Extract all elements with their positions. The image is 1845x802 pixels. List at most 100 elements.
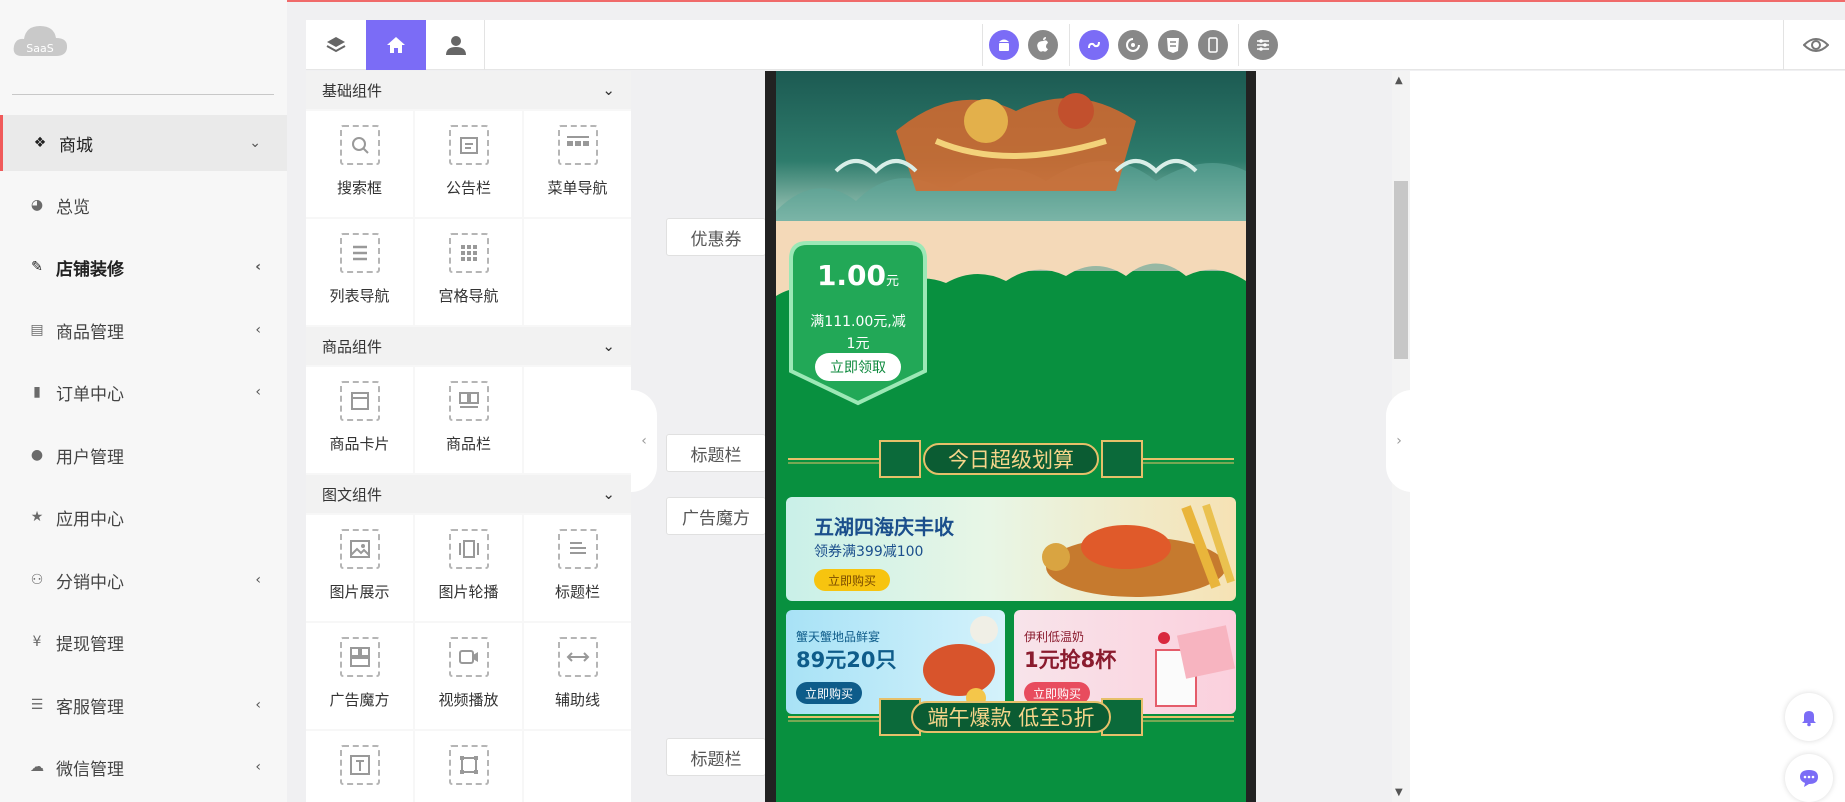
sidebar-item-label: 店铺装修 bbox=[56, 259, 124, 280]
android-icon[interactable] bbox=[989, 30, 1019, 60]
coupon-card[interactable]: 1.00元 满111.00元,减 1元 bbox=[787, 239, 929, 407]
sidebar-item-apps[interactable]: ★ 应用中心 bbox=[0, 489, 287, 545]
toolbar-divider bbox=[982, 24, 983, 66]
section-title: 图文组件 bbox=[322, 485, 383, 504]
yen-icon: ¥ bbox=[32, 634, 42, 650]
apple-icon[interactable] bbox=[1028, 30, 1058, 60]
sidebar-item-label: 提现管理 bbox=[56, 634, 124, 655]
empty-cell bbox=[524, 731, 631, 802]
toolbar-divider bbox=[1238, 24, 1239, 66]
component-list-nav[interactable]: 列表导航 bbox=[306, 219, 413, 325]
section-header-basic[interactable]: 基础组件 ⌄ bbox=[306, 71, 631, 109]
settings-sliders-icon[interactable] bbox=[1248, 30, 1278, 60]
coupon-claim-button[interactable]: 立即领取 bbox=[815, 353, 901, 381]
scroll-up-icon[interactable]: ▲ bbox=[1395, 75, 1403, 86]
component-grid-nav[interactable]: 宫格导航 bbox=[415, 219, 522, 325]
component-carousel[interactable]: 图片轮播 bbox=[415, 515, 522, 621]
component-video[interactable]: 视频播放 bbox=[415, 623, 522, 729]
tag-title-bar[interactable]: 标题栏 bbox=[666, 434, 766, 472]
chevron-left-icon: ‹ bbox=[255, 259, 261, 275]
mobile-icon[interactable] bbox=[1198, 30, 1228, 60]
component-ad-cube[interactable]: 广告魔方 bbox=[306, 623, 413, 729]
collapse-left-button[interactable]: ‹ bbox=[631, 390, 657, 492]
title-text: 今日超级划算 bbox=[923, 443, 1099, 475]
ad-big-text: 1元抢8杯 bbox=[1024, 648, 1117, 672]
svg-text:SaaS: SaaS bbox=[26, 42, 53, 55]
section-title: 商品组件 bbox=[322, 337, 383, 356]
user-icon: ● bbox=[30, 447, 44, 463]
sidebar-item-mall[interactable]: ❖ 商城 ⌄ bbox=[0, 115, 287, 171]
component-text[interactable] bbox=[306, 731, 413, 802]
component-title-bar[interactable]: 标题栏 bbox=[524, 515, 631, 621]
list-icon: ☰ bbox=[30, 697, 44, 713]
tab-home[interactable] bbox=[366, 20, 426, 70]
sidebar-item-distribution[interactable]: ⚇ 分销中心 ‹ bbox=[0, 552, 287, 608]
chevron-down-icon: ⌄ bbox=[602, 485, 615, 503]
title-text: 端午爆款 低至5折 bbox=[911, 701, 1111, 733]
mini-program-icon[interactable] bbox=[1079, 30, 1109, 60]
logo-divider bbox=[12, 94, 274, 95]
component-goods-card[interactable]: 商品卡片 bbox=[306, 367, 413, 473]
sidebar-item-users[interactable]: ● 用户管理 bbox=[0, 427, 287, 483]
tag-ad-cube[interactable]: 广告魔方 bbox=[666, 497, 766, 535]
coupon-desc: 1元 bbox=[846, 336, 870, 352]
component-notice[interactable]: 公告栏 bbox=[415, 111, 522, 217]
component-goods-bar[interactable]: 商品栏 bbox=[415, 367, 522, 473]
tag-coupon[interactable]: 优惠券 bbox=[666, 218, 766, 256]
tab-layers[interactable] bbox=[306, 20, 366, 70]
scroll-down-icon[interactable]: ▼ bbox=[1395, 787, 1403, 798]
notification-button[interactable] bbox=[1785, 693, 1833, 741]
component-divider[interactable]: 辅助线 bbox=[524, 623, 631, 729]
toolbar-divider bbox=[1069, 24, 1070, 66]
component-label: 标题栏 bbox=[554, 583, 600, 601]
chat-button[interactable] bbox=[1785, 754, 1833, 802]
archive-box-icon: ▤ bbox=[30, 322, 44, 338]
html5-icon[interactable] bbox=[1158, 30, 1188, 60]
image-icon bbox=[339, 529, 380, 569]
sidebar-item-customer-service[interactable]: ☰ 客服管理 ‹ bbox=[0, 677, 287, 733]
tag-title-bar-2[interactable]: 标题栏 bbox=[666, 738, 766, 776]
section-header-media[interactable]: 图文组件 ⌄ bbox=[306, 475, 631, 513]
component-label: 辅助线 bbox=[554, 691, 600, 709]
sidebar-item-wechat[interactable]: ☁ 微信管理 ‹ bbox=[0, 739, 287, 795]
chevron-left-icon: ‹ bbox=[255, 759, 261, 775]
sidebar-item-orders[interactable]: ▮ 订单中心 ‹ bbox=[0, 364, 287, 420]
saas-logo[interactable]: SaaS bbox=[12, 20, 68, 62]
ad-buy-button[interactable]: 立即购买 bbox=[814, 569, 890, 591]
phone-screen[interactable]: 1.00元 满111.00元,减 1元 立即领取 今日超级划算 五湖四海庆丰收 … bbox=[776, 71, 1246, 802]
alipay-icon[interactable] bbox=[1118, 30, 1148, 60]
component-label: 菜单导航 bbox=[547, 179, 608, 197]
empty-cell bbox=[524, 367, 631, 473]
bell-icon bbox=[1802, 711, 1816, 727]
sidebar-item-label: 总览 bbox=[56, 197, 90, 218]
component-hotspot[interactable] bbox=[415, 731, 522, 802]
star-icon: ★ bbox=[30, 509, 44, 525]
empty-cell bbox=[524, 219, 631, 325]
component-image[interactable]: 图片展示 bbox=[306, 515, 413, 621]
ad-banner-harvest[interactable]: 五湖四海庆丰收 领券满399减100 立即购买 bbox=[786, 497, 1236, 601]
ad-big-text: 89元20只 bbox=[796, 648, 897, 672]
notice-icon bbox=[448, 125, 489, 165]
component-search[interactable]: 搜索框 bbox=[306, 111, 413, 217]
collapse-right-button[interactable]: › bbox=[1386, 390, 1412, 492]
user-icon bbox=[446, 36, 466, 55]
home-icon bbox=[387, 37, 405, 53]
scrollbar-thumb[interactable] bbox=[1394, 181, 1408, 359]
tab-user[interactable] bbox=[426, 20, 486, 70]
preview-button[interactable] bbox=[1786, 20, 1845, 70]
text-icon bbox=[339, 745, 380, 785]
title-banner-1[interactable]: 今日超级划算 bbox=[788, 437, 1234, 481]
title-banner-2[interactable]: 端午爆款 低至5折 bbox=[788, 695, 1234, 739]
grid-nav-icon bbox=[448, 233, 489, 273]
list-nav-icon bbox=[339, 233, 380, 273]
sidebar-item-products[interactable]: ▤ 商品管理 ‹ bbox=[0, 302, 287, 358]
layers-icon bbox=[326, 37, 346, 53]
video-icon bbox=[448, 637, 489, 677]
eye-icon bbox=[1803, 38, 1829, 52]
sidebar-item-overview[interactable]: ◕ 总览 bbox=[0, 177, 287, 233]
sidebar-item-withdraw[interactable]: ¥ 提现管理 bbox=[0, 614, 287, 670]
section-header-goods[interactable]: 商品组件 ⌄ bbox=[306, 327, 631, 365]
component-menu-nav[interactable]: 菜单导航 bbox=[524, 111, 631, 217]
chat-bubble-icon bbox=[1800, 770, 1818, 787]
sidebar-item-store-decoration[interactable]: ✎ 店铺装修 ‹ bbox=[0, 239, 287, 295]
